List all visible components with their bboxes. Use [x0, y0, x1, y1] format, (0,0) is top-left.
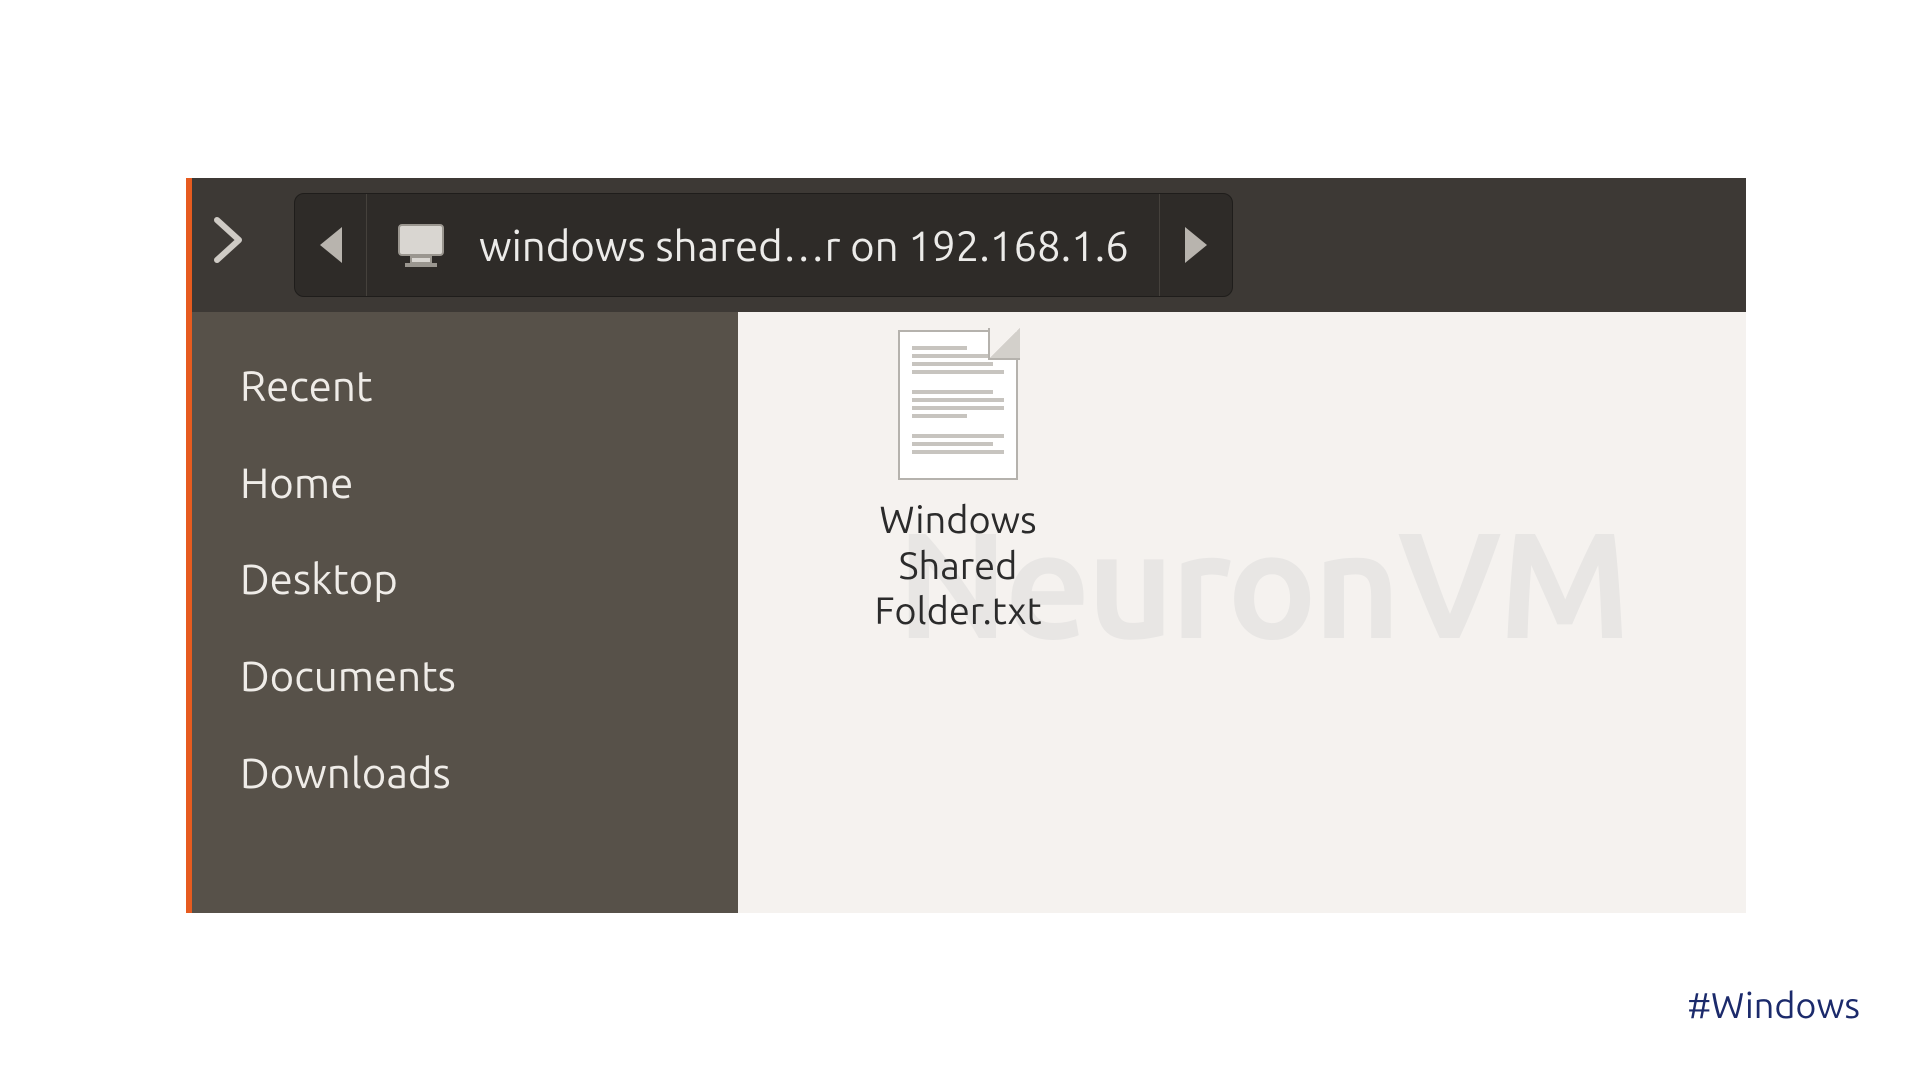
hashtag-caption: #Windows: [1687, 984, 1860, 1025]
path-current-location[interactable]: windows shared…r on 192.168.1.6: [367, 194, 1160, 296]
chevron-right-icon: [211, 216, 245, 274]
nav-forward-button[interactable]: [194, 195, 262, 295]
path-label: windows shared…r on 192.168.1.6: [479, 222, 1129, 269]
sidebar-item-recent[interactable]: Recent: [192, 338, 738, 435]
screenshot-canvas: windows shared…r on 192.168.1.6 Recent H…: [186, 178, 1746, 913]
path-nav-forward[interactable]: [1160, 194, 1232, 296]
file-name-label: Windows Shared Folder.txt: [828, 498, 1088, 635]
path-bar: windows shared…r on 192.168.1.6: [294, 193, 1233, 297]
window-body: Recent Home Desktop Documents Downloads …: [192, 312, 1746, 913]
sidebar-item-label: Desktop: [240, 555, 398, 602]
sidebar-item-home[interactable]: Home: [192, 435, 738, 532]
path-nav-back[interactable]: [295, 194, 367, 296]
content-pane[interactable]: NeuronVM: [738, 312, 1746, 913]
sidebar-item-label: Downloads: [240, 749, 451, 796]
sidebar-item-label: Documents: [240, 652, 456, 699]
sidebar-item-label: Recent: [240, 362, 372, 409]
toolbar: windows shared…r on 192.168.1.6: [192, 178, 1746, 312]
sidebar-item-downloads[interactable]: Downloads: [192, 725, 738, 822]
sidebar-item-documents[interactable]: Documents: [192, 628, 738, 725]
triangle-right-icon: [1185, 227, 1207, 263]
sidebar: Recent Home Desktop Documents Downloads: [192, 312, 738, 913]
sidebar-item-label: Home: [240, 459, 353, 506]
file-manager-window: windows shared…r on 192.168.1.6 Recent H…: [186, 178, 1746, 913]
text-file-icon: [898, 330, 1018, 480]
sidebar-item-desktop[interactable]: Desktop: [192, 531, 738, 628]
network-share-icon: [397, 221, 453, 269]
triangle-left-icon: [320, 227, 342, 263]
file-item[interactable]: Windows Shared Folder.txt: [828, 330, 1088, 635]
